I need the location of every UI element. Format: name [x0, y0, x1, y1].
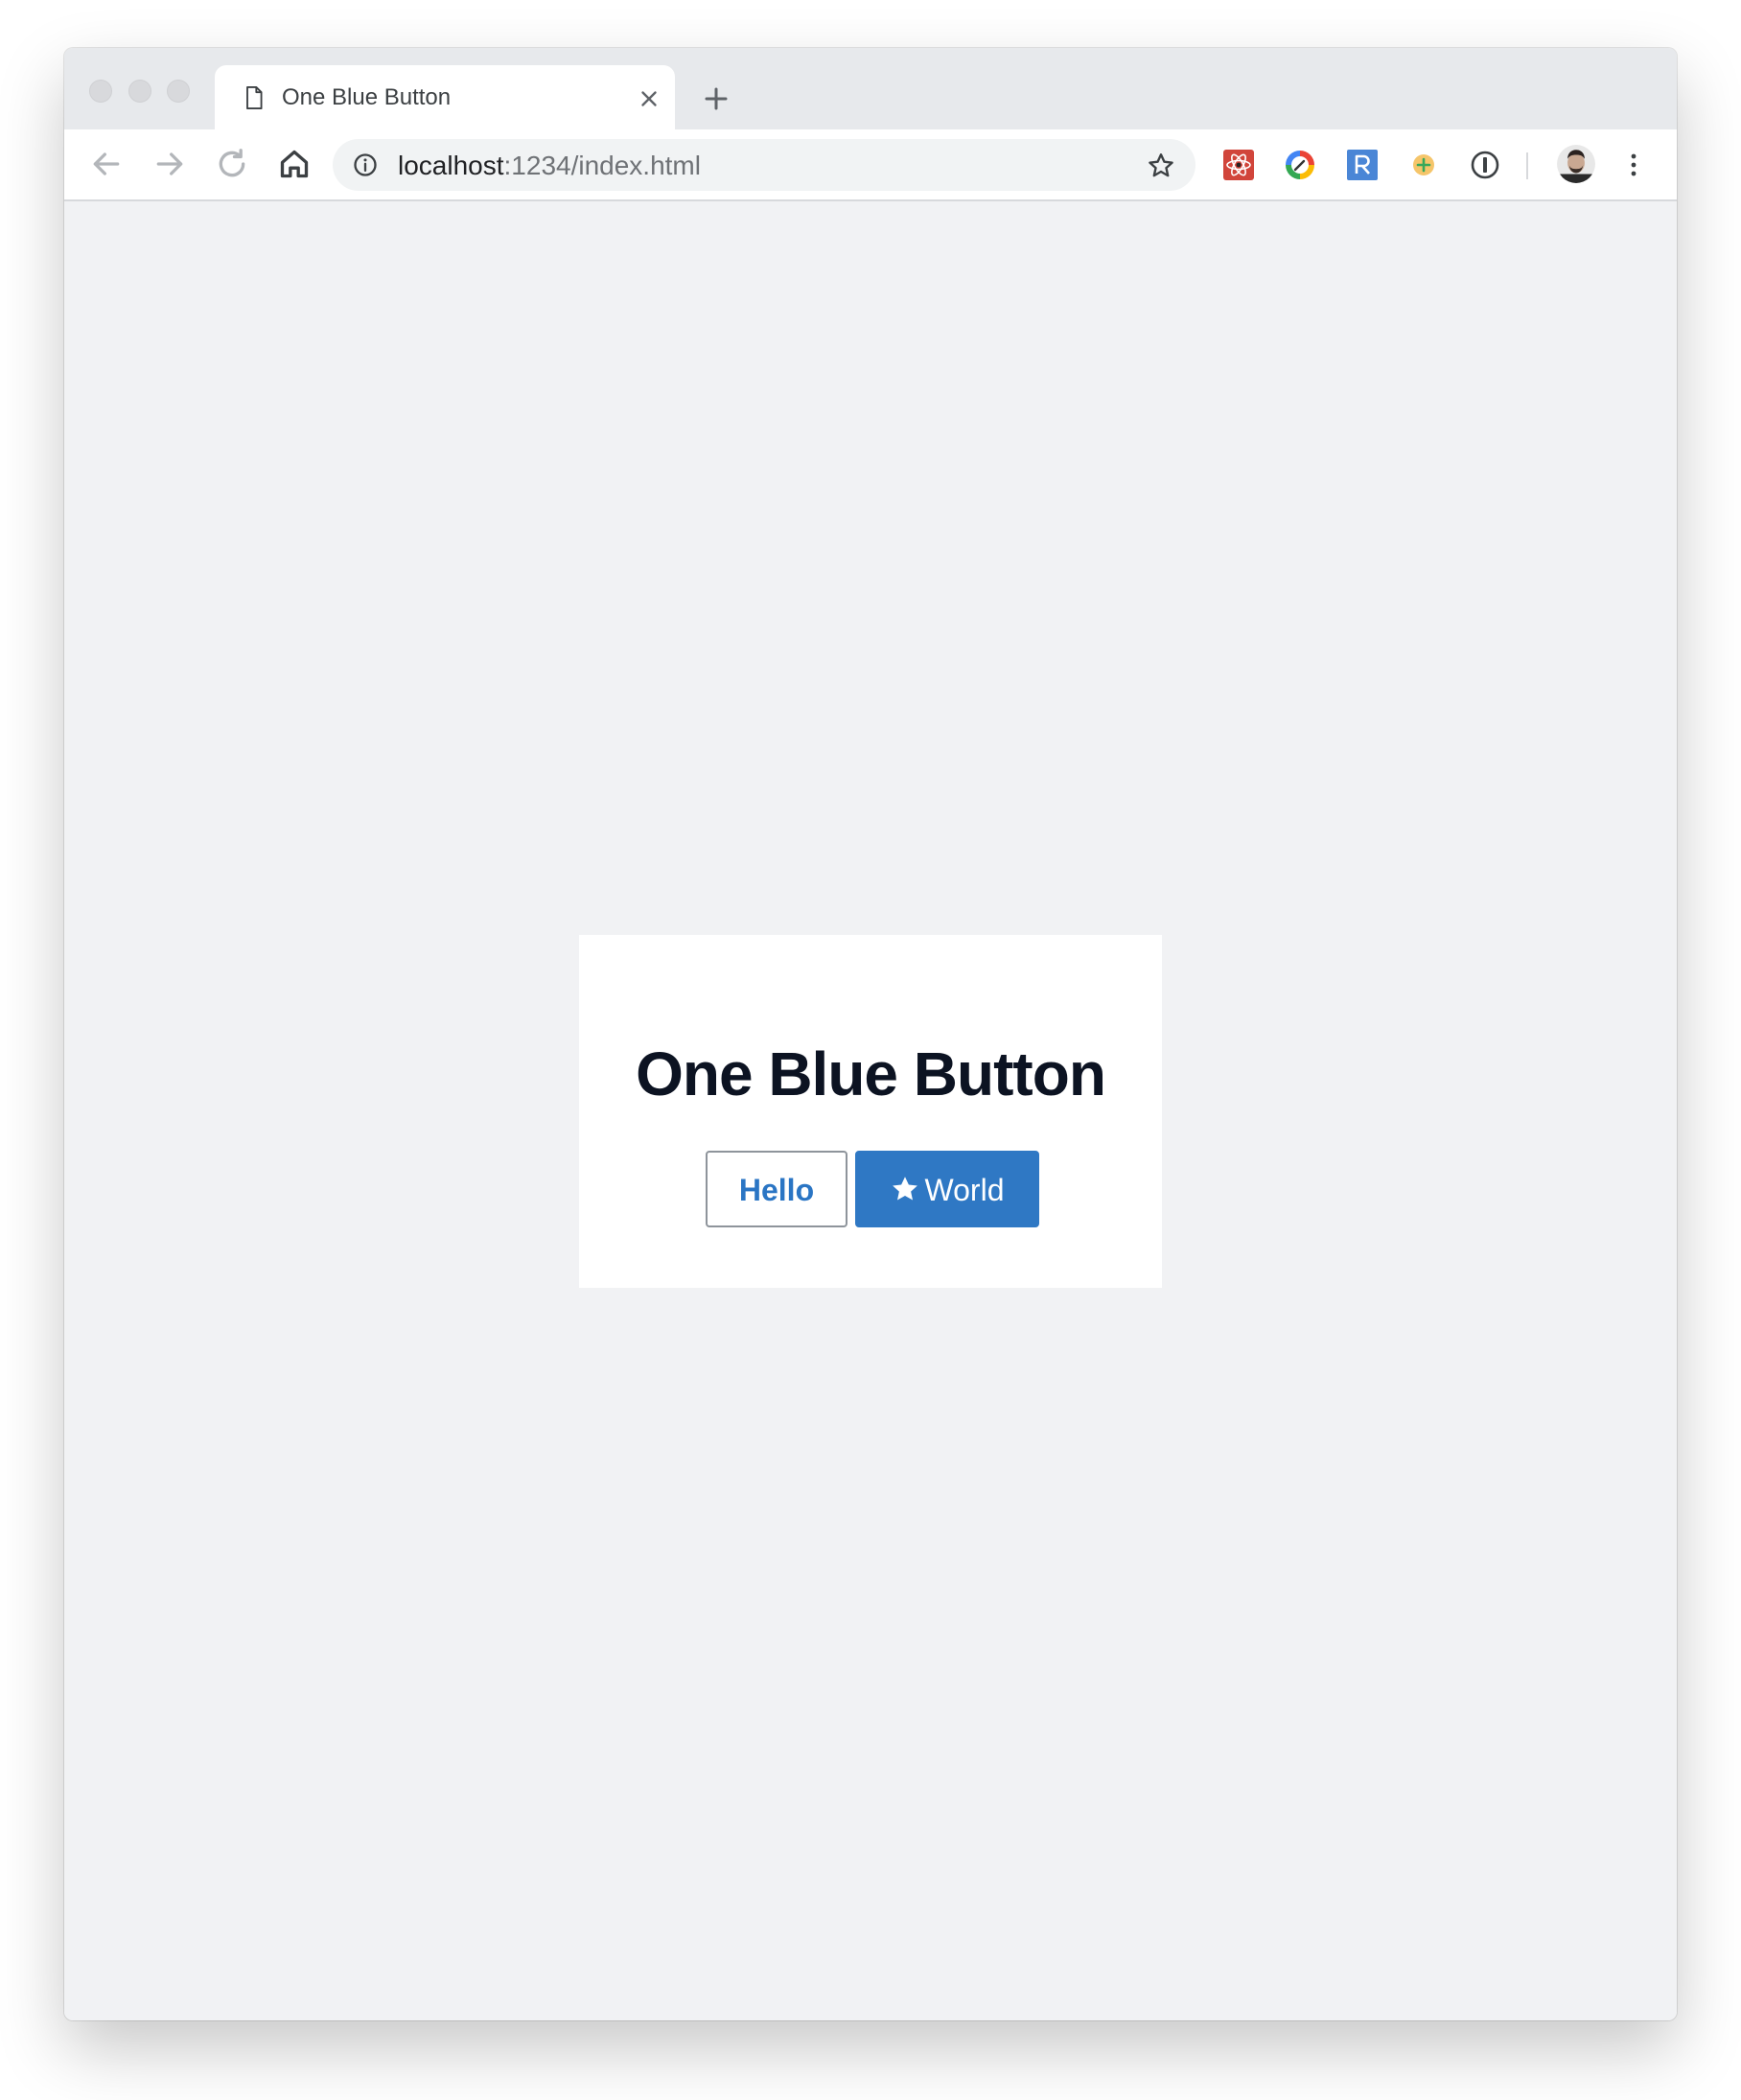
toolbar-separator	[1526, 152, 1528, 179]
password-manager-icon[interactable]	[1469, 149, 1501, 181]
tab-title: One Blue Button	[282, 84, 452, 110]
window-minimize-dot[interactable]	[128, 80, 151, 103]
info-icon[interactable]	[352, 152, 379, 178]
world-button-label: World	[924, 1173, 1005, 1207]
url-text: localhost:1234/index.html	[398, 152, 701, 180]
new-tab-plus-icon[interactable]	[702, 84, 731, 113]
reload-icon[interactable]	[213, 145, 251, 183]
star-icon	[892, 1177, 917, 1201]
forward-arrow-icon[interactable]	[151, 145, 189, 183]
react-devtools-icon[interactable]	[1222, 149, 1255, 181]
home-icon[interactable]	[275, 145, 313, 183]
star-outline-icon[interactable]	[1146, 151, 1176, 181]
hello-button-label: Hello	[738, 1173, 815, 1207]
tab-strip: One Blue Button	[64, 48, 1677, 129]
plus-extension-icon[interactable]	[1407, 149, 1440, 181]
kebab-menu-icon[interactable]	[1619, 149, 1648, 181]
window-zoom-dot[interactable]	[167, 80, 190, 103]
browser-window: One Blue Button localhost:1234/index.htm…	[64, 48, 1677, 2020]
color-picker-extension-icon[interactable]	[1284, 149, 1316, 181]
avatar-icon[interactable]	[1556, 144, 1596, 184]
back-arrow-icon[interactable]	[87, 145, 126, 183]
world-button[interactable]: World	[855, 1151, 1039, 1227]
address-bar[interactable]: localhost:1234/index.html	[333, 139, 1195, 191]
window-close-dot[interactable]	[89, 80, 112, 103]
browser-toolbar: localhost:1234/index.html	[64, 129, 1677, 201]
page-title: One Blue Button	[636, 1039, 1106, 1108]
close-icon[interactable]	[637, 86, 662, 111]
url-path: :1234/index.html	[503, 151, 701, 180]
browser-tab[interactable]: One Blue Button	[215, 65, 675, 129]
page-viewport: One Blue Button Hello World	[64, 201, 1677, 2020]
r-extension-icon[interactable]	[1346, 149, 1379, 181]
hello-button[interactable]: Hello	[706, 1151, 847, 1227]
document-icon	[246, 85, 263, 110]
url-host: localhost	[398, 151, 504, 180]
content-card: One Blue Button Hello World	[579, 935, 1162, 1288]
